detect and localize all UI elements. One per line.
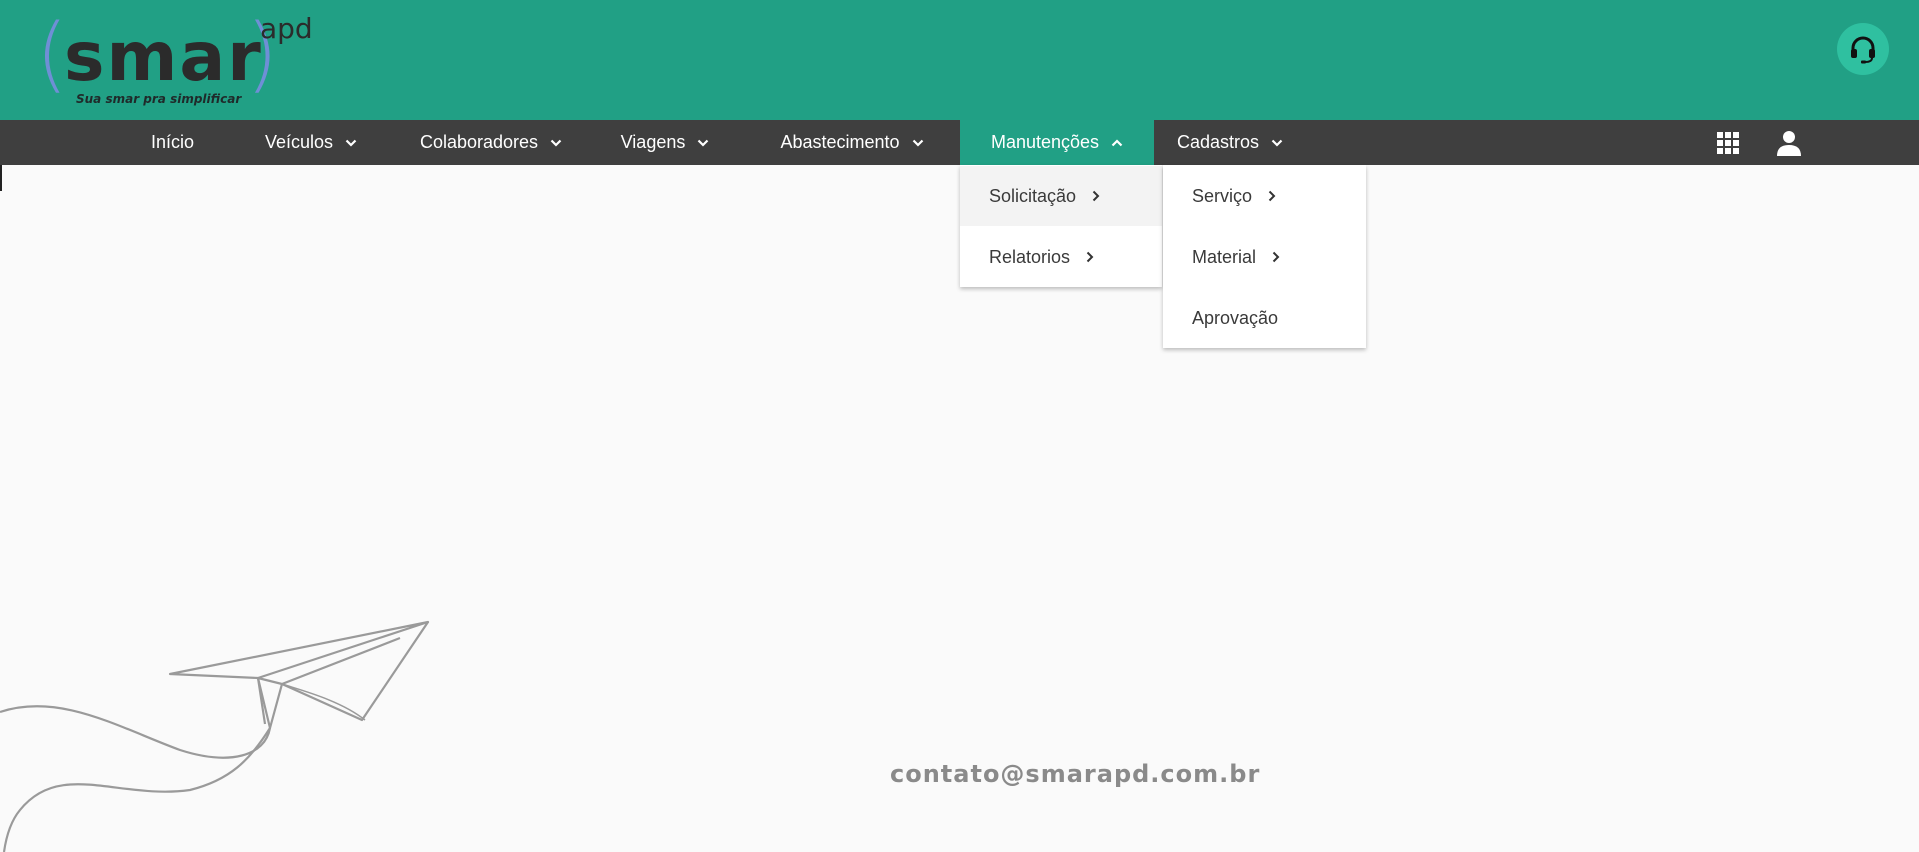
chevron-down-icon xyxy=(1271,139,1283,147)
main-nav: Início Veículos Colaboradores Viagens Ab… xyxy=(0,120,1919,165)
headset-icon xyxy=(1851,36,1875,64)
chevron-right-icon xyxy=(1272,251,1280,263)
support-button[interactable] xyxy=(1837,23,1889,75)
nav-abastecimento-label: Abastecimento xyxy=(780,132,900,152)
apps-button[interactable] xyxy=(1713,128,1743,158)
logo-superscript: apd xyxy=(260,12,313,45)
nav-viagens[interactable]: Viagens xyxy=(605,120,725,165)
app-header: ( smar ) apd Sua smar pra simplificar xyxy=(0,0,1919,120)
nav-cadastros-label: Cadastros xyxy=(1176,132,1260,152)
nav-viagens-label: Viagens xyxy=(620,132,686,152)
nav-abastecimento[interactable]: Abastecimento xyxy=(757,120,947,165)
chevron-down-icon xyxy=(697,139,709,147)
cadastros-submenu: Serviço Material Aprovação xyxy=(1163,165,1366,348)
contact-email[interactable]: contato@smarapd.com.br xyxy=(890,760,1260,788)
chevron-up-icon xyxy=(1111,138,1123,147)
nav-colaboradores-label: Colaboradores xyxy=(419,132,539,152)
submenu-item-aprovacao-label: Aprovação xyxy=(1192,307,1279,328)
nav-cadastros[interactable]: Cadastros xyxy=(1165,120,1295,165)
apps-grid-icon xyxy=(1717,132,1739,154)
nav-veiculos-label: Veículos xyxy=(264,132,334,152)
submenu-item-servico-label: Serviço xyxy=(1192,185,1253,206)
submenu-item-servico[interactable]: Serviço xyxy=(1163,166,1366,226)
menu-item-relatorios[interactable]: Relatorios xyxy=(960,227,1162,287)
submenu-item-material-label: Material xyxy=(1192,246,1257,267)
nav-manutencoes[interactable]: Manutenções xyxy=(960,120,1154,165)
user-icon xyxy=(1777,131,1801,156)
chevron-right-icon xyxy=(1268,190,1276,202)
chevron-down-icon xyxy=(345,139,357,147)
menu-item-solicitacao-label: Solicitação xyxy=(989,185,1077,206)
submenu-item-material[interactable]: Material xyxy=(1163,227,1366,287)
chevron-down-icon xyxy=(550,139,562,147)
user-button[interactable] xyxy=(1774,128,1804,158)
submenu-item-aprovacao[interactable]: Aprovação xyxy=(1163,288,1366,348)
menu-item-relatorios-label: Relatorios xyxy=(989,246,1071,267)
chevron-right-icon xyxy=(1086,251,1094,263)
chevron-right-icon xyxy=(1092,190,1100,202)
nav-inicio[interactable]: Início xyxy=(130,120,215,165)
logo-word: smar xyxy=(64,18,263,97)
smarapd-logo[interactable]: ( smar ) apd Sua smar pra simplificar xyxy=(36,12,336,112)
paper-plane-illustration xyxy=(0,620,430,852)
chevron-down-icon xyxy=(912,139,924,147)
logo-tagline: Sua smar pra simplificar xyxy=(76,92,242,106)
text-cursor xyxy=(0,165,2,191)
nav-veiculos[interactable]: Veículos xyxy=(250,120,372,165)
nav-inicio-label: Início xyxy=(150,132,195,152)
menu-item-solicitacao[interactable]: Solicitação xyxy=(960,166,1162,226)
nav-manutencoes-label: Manutenções xyxy=(990,132,1100,152)
manutencoes-dropdown: Solicitação Relatorios xyxy=(960,165,1162,287)
nav-colaboradores[interactable]: Colaboradores xyxy=(405,120,577,165)
